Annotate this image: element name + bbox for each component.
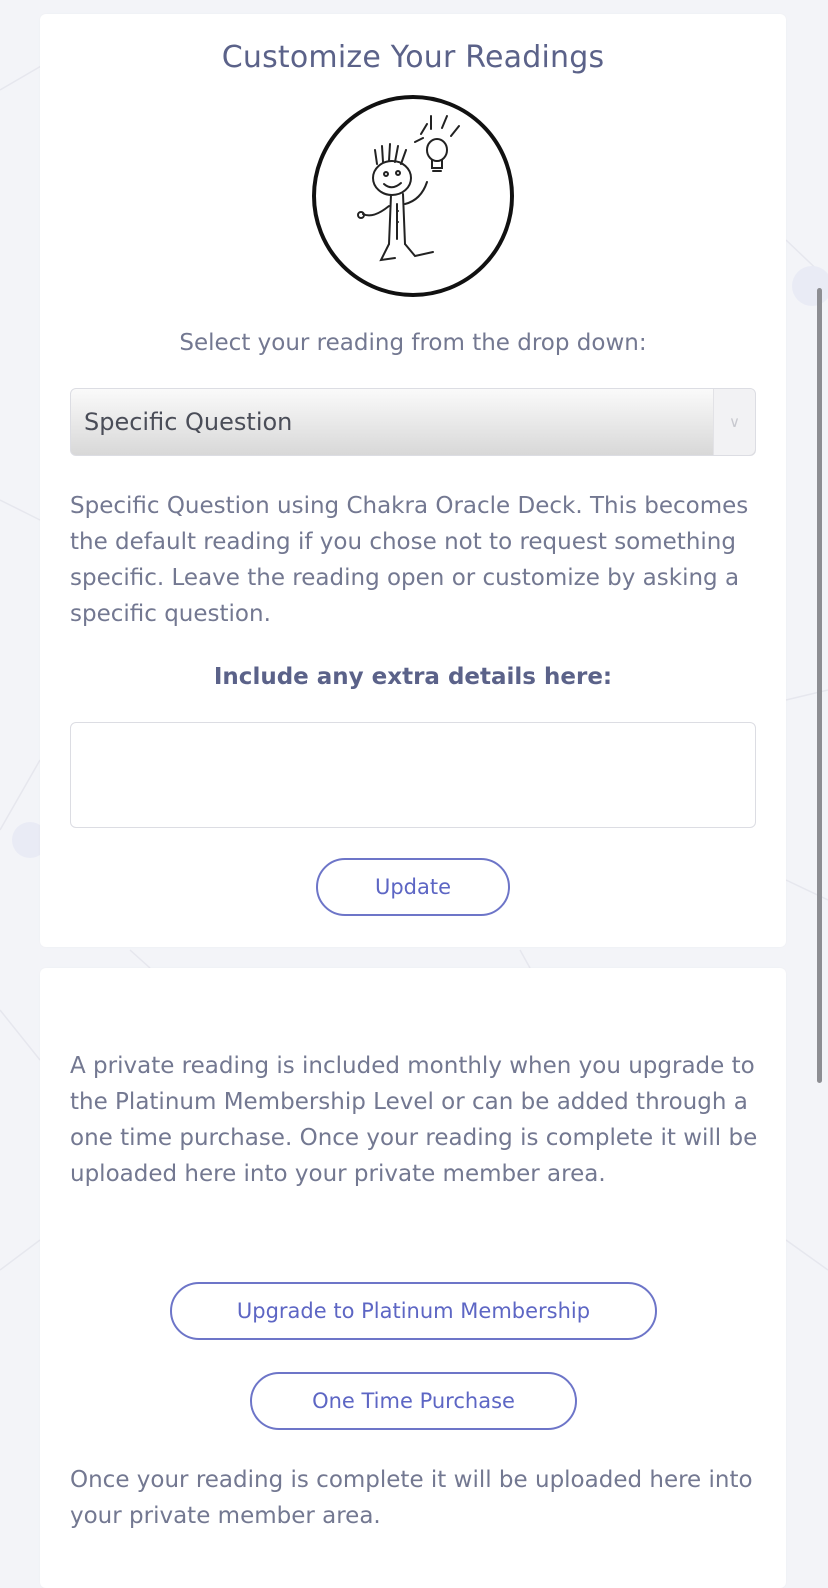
private-reading-info: A private reading is included monthly wh… xyxy=(70,1053,758,1187)
reading-description: Specific Question using Chakra Oracle De… xyxy=(70,493,749,627)
customize-readings-card: Customize Your Readings Select your read… xyxy=(40,14,786,947)
upgrade-platinum-button[interactable]: Upgrade to Platinum Membership xyxy=(170,1282,657,1340)
select-prompt: Select your reading from the drop down: xyxy=(179,330,647,356)
private-reading-card: A private reading is included monthly wh… xyxy=(40,968,786,1588)
details-textarea[interactable] xyxy=(70,722,756,828)
chevron-down-icon[interactable]: ∨ xyxy=(713,389,755,455)
reading-type-select[interactable]: Specific Question ∨ xyxy=(70,388,756,456)
idea-character-icon xyxy=(312,95,514,297)
details-label: Include any extra details here: xyxy=(213,664,613,690)
selected-reading-value: Specific Question xyxy=(84,408,293,436)
scrollbar[interactable] xyxy=(817,288,822,1083)
one-time-purchase-button[interactable]: One Time Purchase xyxy=(250,1372,577,1430)
page-title: Customize Your Readings xyxy=(221,40,605,75)
update-button[interactable]: Update xyxy=(316,858,510,916)
upload-note: Once your reading is complete it will be… xyxy=(70,1467,753,1529)
